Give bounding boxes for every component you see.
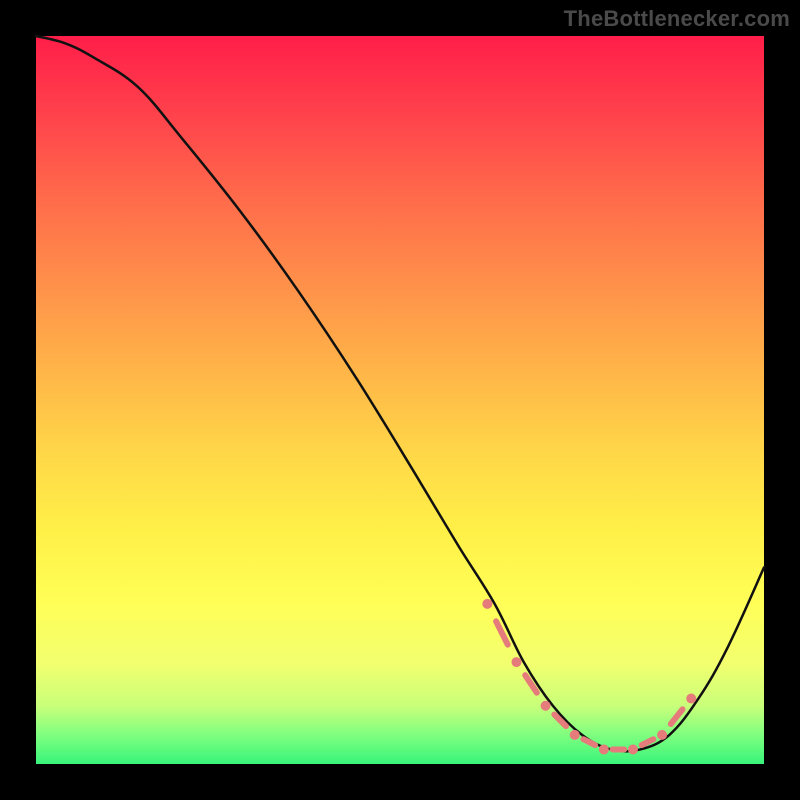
marker-dash: [583, 739, 595, 745]
marker-dot: [628, 745, 637, 754]
marker-dot: [687, 694, 696, 703]
curve-path: [36, 36, 764, 751]
marker-dot: [658, 730, 667, 739]
plot-area: [36, 36, 764, 764]
watermark: TheBottlenecker.com: [564, 6, 790, 32]
marker-layer: [483, 599, 696, 754]
marker-dot: [541, 701, 550, 710]
marker-dash: [525, 675, 537, 692]
marker-dot: [599, 745, 608, 754]
bottleneck-curve: [36, 36, 764, 764]
marker-dash: [554, 714, 566, 726]
marker-dot: [570, 730, 579, 739]
marker-dash: [642, 739, 654, 745]
marker-dot: [512, 658, 521, 667]
marker-dot: [483, 599, 492, 608]
